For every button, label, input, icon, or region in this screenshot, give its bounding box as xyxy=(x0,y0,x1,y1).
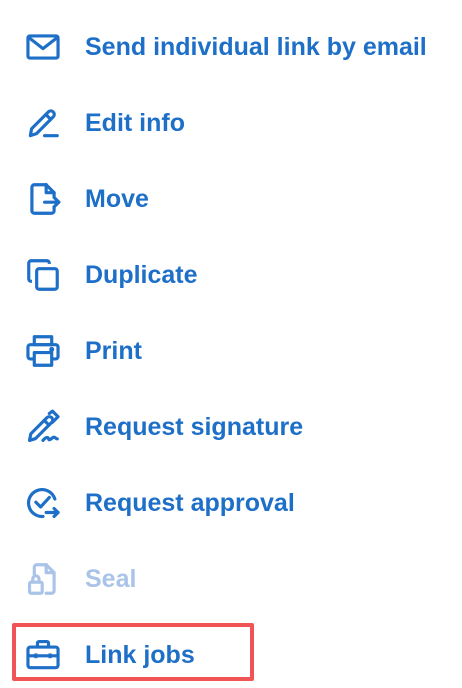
menu-item-label: Print xyxy=(85,336,142,365)
approval-check-icon xyxy=(24,483,64,523)
briefcase-icon xyxy=(24,635,64,675)
menu-item-label: Send individual link by email xyxy=(85,32,427,61)
menu-item-edit-info[interactable]: Edit info xyxy=(24,103,185,143)
menu-item-label: Request signature xyxy=(85,412,304,441)
mail-icon xyxy=(24,27,64,67)
menu-item-label: Link jobs xyxy=(85,640,195,669)
menu-item-label: Edit info xyxy=(85,108,185,137)
file-move-icon xyxy=(24,179,64,219)
menu-item-move[interactable]: Move xyxy=(24,179,149,219)
menu-item-label: Move xyxy=(85,184,149,213)
duplicate-icon xyxy=(24,255,64,295)
menu-item-request-approval[interactable]: Request approval xyxy=(24,483,295,523)
menu-item-label: Seal xyxy=(85,564,137,593)
menu-item-print[interactable]: Print xyxy=(24,331,142,371)
menu-item-request-signature[interactable]: Request signature xyxy=(24,407,303,447)
actions-menu: Send individual link by email Edit info … xyxy=(0,0,462,688)
menu-item-label: Duplicate xyxy=(85,260,198,289)
menu-item-label: Request approval xyxy=(85,488,295,517)
menu-item-seal: Seal xyxy=(24,559,136,599)
signature-pen-icon xyxy=(24,407,64,447)
menu-item-send-link-email[interactable]: Send individual link by email xyxy=(24,27,427,67)
menu-item-duplicate[interactable]: Duplicate xyxy=(24,255,198,295)
pencil-icon xyxy=(24,103,64,143)
seal-lock-icon xyxy=(24,559,64,599)
menu-item-link-jobs[interactable]: Link jobs xyxy=(24,635,195,675)
printer-icon xyxy=(24,331,64,371)
